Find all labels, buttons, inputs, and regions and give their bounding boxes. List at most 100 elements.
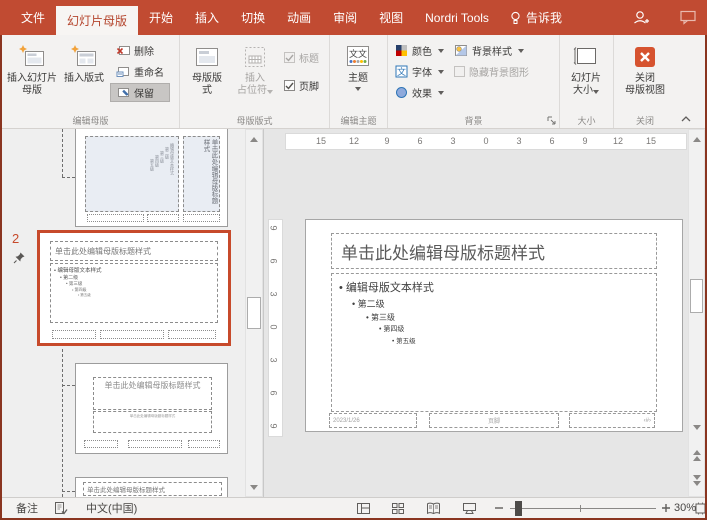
zoom-slider-thumb[interactable]	[515, 501, 522, 516]
footer-placeholder	[100, 330, 164, 339]
hierarchy-connector	[62, 491, 75, 492]
slide-title-text: 单击此处编辑母版标题样式	[341, 239, 545, 264]
themes-button[interactable]: 文文 主题	[334, 38, 382, 114]
thumbnail-master-selected[interactable]: 单击此处编辑母版标题样式 • 编辑母版文本样式 • 第二级 • 第三级 • 第四…	[37, 230, 231, 346]
insert-slide-master-label: 插入幻灯片母版	[7, 73, 57, 97]
main-scrollbar[interactable]	[688, 129, 705, 497]
background-styles-button[interactable]: 背景样式	[451, 40, 532, 61]
collapse-ribbon-button[interactable]	[679, 113, 693, 125]
thumbnails-scrollbar[interactable]	[245, 129, 263, 497]
group-label-edit-theme: 编辑主题	[330, 114, 387, 127]
svg-text:文文: 文文	[349, 48, 367, 59]
group-close: 关闭 母版视图 关闭	[614, 35, 676, 128]
slide-body-placeholder[interactable]: 编辑母版文本样式 第二级 第三级 第四级 第五级	[331, 273, 657, 412]
zoom-out-button[interactable]	[494, 498, 504, 518]
hide-background-graphics-checkbox	[454, 66, 465, 77]
close-master-view-button[interactable]: 关闭 母版视图	[618, 38, 672, 114]
footer-placeholder	[84, 440, 118, 448]
slide-size-label-1: 幻灯片	[571, 73, 601, 85]
footer-checkbox-label: 页脚	[299, 78, 319, 93]
footer-placeholder	[183, 214, 220, 222]
preserve-icon	[116, 86, 130, 99]
insert-layout-button[interactable]: 插入版式	[58, 38, 110, 114]
footer-checkbox-row[interactable]: 页脚	[284, 78, 319, 93]
tab-slide-master[interactable]: 幻灯片母版	[56, 6, 138, 35]
scroll-down-button[interactable]	[247, 479, 261, 495]
bullet-level-4: 第四级	[379, 324, 656, 334]
fonts-button[interactable]: 文 字体	[392, 61, 447, 82]
tab-nordri-tools[interactable]: Nordri Tools	[414, 0, 500, 35]
zoom-in-button[interactable]	[661, 498, 671, 518]
master-body-placeholder: • 编辑母版文本样式 • 第二级 • 第三级 • 第四级 • 第五级	[50, 263, 218, 323]
reading-view-button[interactable]	[426, 498, 441, 518]
rename-button[interactable]: 重命名	[110, 62, 170, 81]
master-layout-button[interactable]: 母版版式	[184, 38, 230, 114]
preserve-button[interactable]: 保留	[110, 83, 170, 102]
thumbnail-layout-title[interactable]: 单击此处编辑母版标题样式 单击此处编辑母版副标题样式	[75, 363, 228, 454]
hierarchy-connector	[62, 385, 75, 386]
footer-placeholder	[87, 214, 144, 222]
footer-placeholder	[188, 440, 220, 448]
zoom-slider-track[interactable]	[510, 508, 656, 509]
scroll-up-button[interactable]	[247, 131, 261, 147]
tab-file[interactable]: 文件	[10, 0, 56, 35]
effects-icon	[395, 86, 408, 99]
master-title-placeholder: 单击此处编辑母版标题样式	[50, 241, 218, 261]
group-master-layout: 母版版式 插入 占位符 标题 页脚 母版版式	[180, 35, 330, 128]
bullet-level-5: 第五级	[392, 335, 656, 345]
share-person-icon[interactable]	[632, 10, 650, 26]
tab-home[interactable]: 开始	[138, 0, 184, 35]
master-layout-icon	[194, 41, 220, 73]
background-styles-icon	[454, 44, 468, 57]
group-label-close: 关闭	[614, 114, 676, 127]
insert-slide-master-button[interactable]: 插入幻灯片母版	[6, 38, 58, 114]
notes-button[interactable]: 备注	[16, 498, 38, 518]
footer-checkbox[interactable]	[284, 80, 295, 91]
scroll-up-button[interactable]	[690, 131, 703, 147]
group-background: 颜色 文 字体 效果 背景样式	[388, 35, 560, 128]
slide-show-button[interactable]	[462, 498, 477, 518]
tab-insert[interactable]: 插入	[184, 0, 230, 35]
slide-size-button[interactable]: 幻灯片 大小	[564, 38, 608, 114]
slide-number-placeholder[interactable]: ‹#›	[569, 413, 655, 428]
hierarchy-connector	[62, 177, 75, 178]
zoom-level[interactable]: 30%	[674, 498, 696, 518]
comments-icon[interactable]	[680, 10, 697, 25]
tab-view[interactable]: 视图	[368, 0, 414, 35]
previous-slide-button[interactable]	[690, 447, 703, 463]
fonts-icon: 文	[395, 65, 408, 78]
thumbnail-layout-vertical[interactable]: 编辑母版文本样式 第二级 第三级 第四级 第五级 单击此处编辑母版标题样式	[75, 129, 228, 227]
tab-animations[interactable]: 动画	[276, 0, 322, 35]
colors-button[interactable]: 颜色	[392, 40, 447, 61]
thumbnail-layout-next[interactable]: 单击此处编辑母版标题样式	[75, 477, 228, 497]
next-layout-title-placeholder: 单击此处编辑母版标题样式	[83, 482, 222, 496]
scroll-down-button[interactable]	[690, 419, 703, 435]
tell-me-box[interactable]: 告诉我	[500, 0, 572, 35]
title-layout-title-text: 单击此处编辑母版标题样式	[105, 381, 201, 390]
slide-title-placeholder[interactable]: 单击此处编辑母版标题样式	[331, 233, 657, 269]
rename-icon	[116, 65, 130, 78]
themes-label: 主题	[348, 73, 368, 85]
tab-transitions[interactable]: 切换	[230, 0, 276, 35]
slide-sorter-view-button[interactable]	[391, 498, 405, 518]
bullet-level-3: 第三级	[366, 312, 656, 323]
slide-editing-area[interactable]: 单击此处编辑母版标题样式 编辑母版文本样式 第二级 第三级 第四级 第五级 20…	[305, 219, 683, 432]
effects-label: 效果	[412, 85, 432, 100]
slide-size-icon	[573, 41, 599, 73]
vertical-body-placeholder: 编辑母版文本样式 第二级 第三级 第四级 第五级	[85, 136, 179, 212]
proofing-icon[interactable]	[54, 498, 68, 518]
date-placeholder[interactable]: 2023/1/26	[329, 413, 417, 428]
next-slide-button[interactable]	[690, 472, 703, 488]
scrollbar-thumb[interactable]	[690, 279, 703, 313]
close-master-view-label-2: 母版视图	[625, 85, 665, 97]
footer-placeholder	[147, 214, 179, 222]
ribbon: 插入幻灯片母版 插入版式 删除 重命名	[2, 35, 705, 129]
footer-placeholder[interactable]: 页脚	[429, 413, 559, 428]
language-indicator[interactable]: 中文(中国)	[86, 498, 137, 518]
normal-view-button[interactable]	[356, 498, 371, 518]
delete-button[interactable]: 删除	[110, 41, 170, 60]
effects-button[interactable]: 效果	[392, 82, 447, 103]
insert-placeholder-label-1: 插入	[245, 73, 265, 85]
scrollbar-thumb[interactable]	[247, 297, 261, 329]
tab-review[interactable]: 审阅	[322, 0, 368, 35]
